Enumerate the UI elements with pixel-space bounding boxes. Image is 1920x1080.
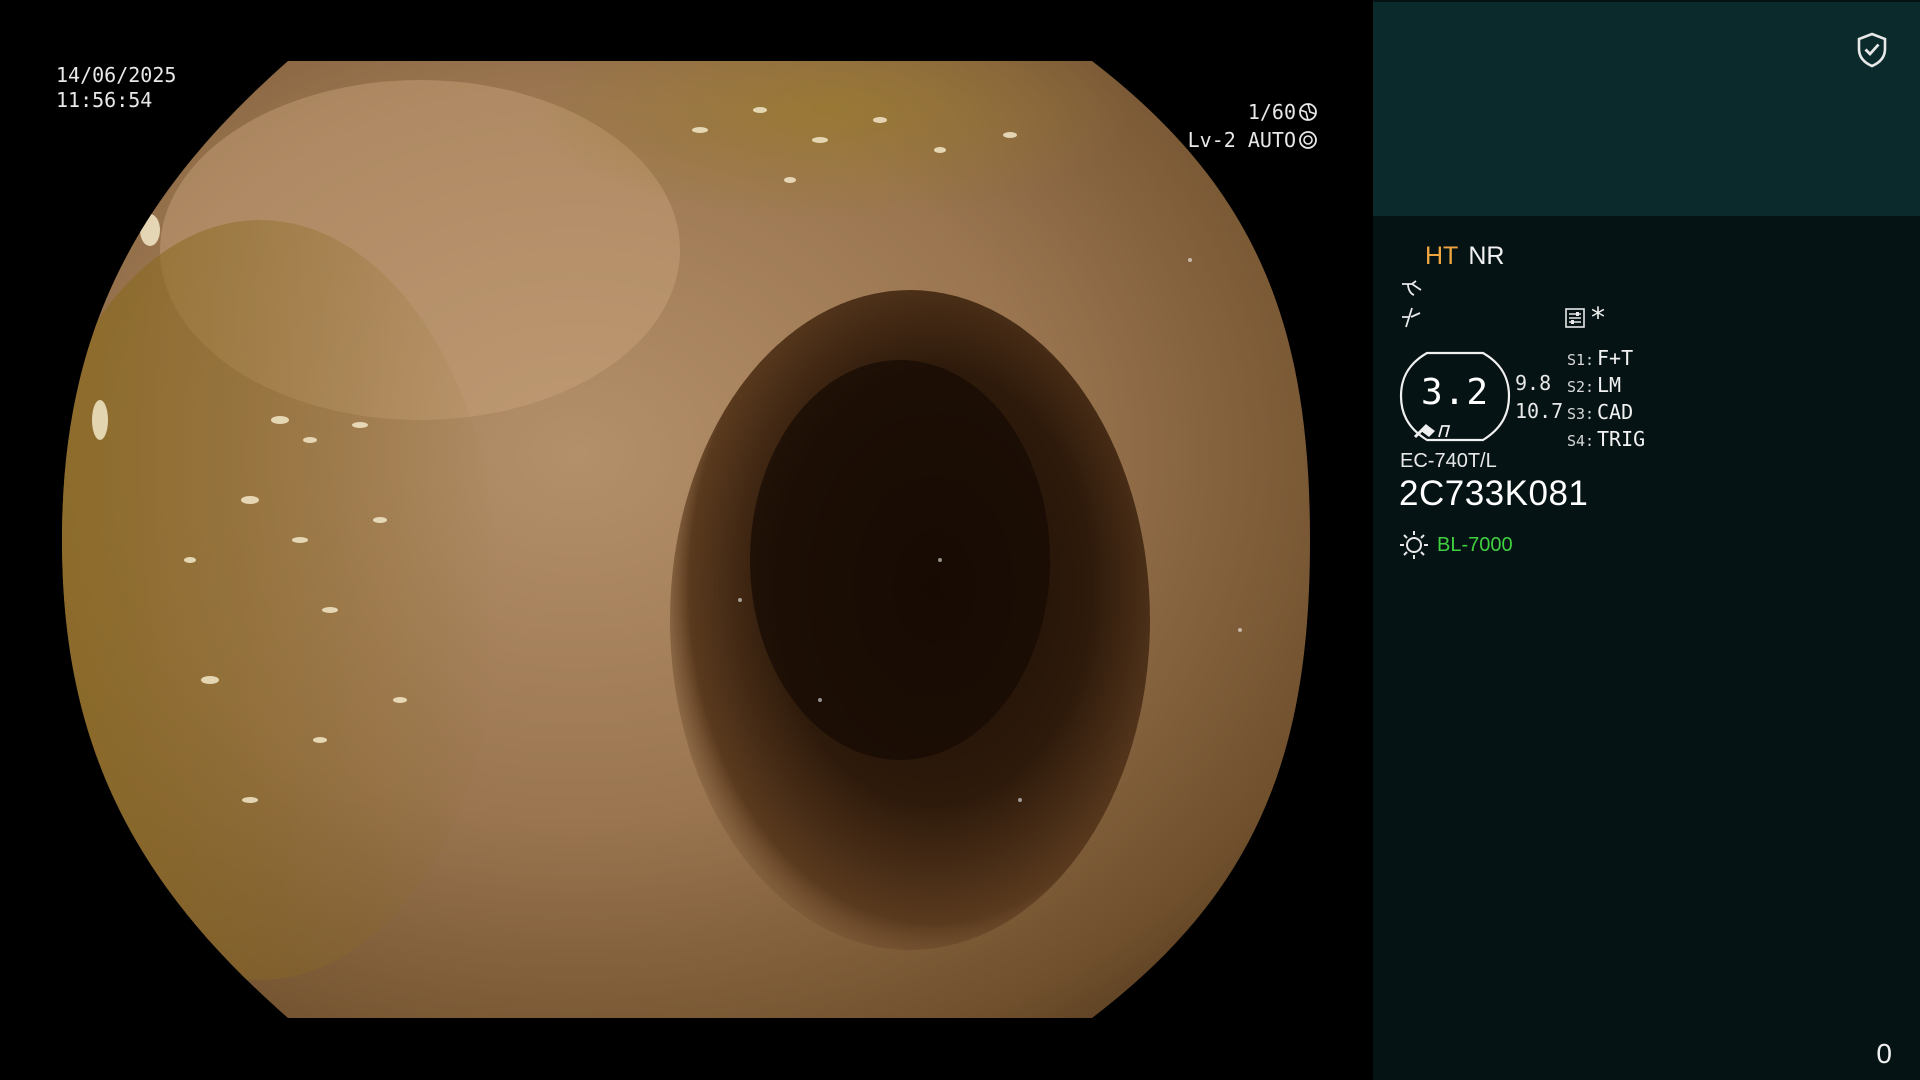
level-row: Lv-2 AUTO [1188,126,1318,154]
shutter-row: 1/60 [1188,98,1318,126]
endoscope-screen: 14/06/2025 11:56:54 1/60 Lv-2 AUTO HT NR… [0,0,1920,1080]
zoom-sub-values: 9.8 10.7 [1515,369,1563,425]
switch-value: F+T [1597,346,1634,370]
zoom-value: 3.2 [1420,372,1490,413]
info-panel: HT NR * 3.2 9.8 10.7 S1: F+T S2: LM S3: … [1373,0,1920,1080]
contrast-icon [1402,280,1422,296]
zoom-sub-bottom: 10.7 [1515,399,1564,423]
level-mode-text: Lv-2 AUTO [1187,128,1296,152]
zoom-sub-top: 9.8 [1515,371,1552,395]
scope-switch-list: S1: F+T S2: LM S3: CAD S4: TRIG [1567,346,1645,454]
shutter-icon [1299,103,1317,121]
panel-header [1373,2,1920,216]
light-source-row: BL-7000 [1399,530,1513,560]
switch-row-s2: S2: LM [1567,373,1645,400]
switch-key: S2: [1567,378,1595,396]
endoscopic-image-area: 14/06/2025 11:56:54 1/60 Lv-2 AUTO [0,0,1373,1080]
enhancement-modes: HT NR [1425,242,1504,271]
time-text: 11:56:54 [56,88,153,112]
nr-label: NR [1468,242,1505,270]
light-source-label: BL-7000 [1437,533,1513,556]
switch-value: CAD [1597,400,1634,424]
iris-icon [1299,131,1317,149]
switch-row-s4: S4: TRIG [1567,427,1645,454]
switch-row-s1: S1: F+T [1567,346,1645,373]
endoscopic-view [62,61,1310,1018]
switch-row-s3: S3: CAD [1567,400,1645,427]
light-source-icon [1400,531,1428,559]
switch-key: S1: [1567,351,1595,369]
switch-key: S3: [1567,405,1595,423]
switch-value: TRIG [1597,427,1646,451]
scope-serial: 2C733K081 [1399,474,1589,513]
shutter-speed-text: 1/60 [1247,100,1296,124]
asterisk-mark: * [1591,301,1605,334]
date-time-readout: 14/06/2025 11:56:54 [56,63,176,113]
ht-label: HT [1425,242,1459,270]
date-text: 14/06/2025 [56,63,177,87]
edge-enhance-icon [1402,307,1421,328]
preset-icon [1565,308,1585,328]
exposure-readout: 1/60 Lv-2 AUTO [1188,98,1318,154]
scope-model: EC-740T/L [1400,450,1497,472]
shield-check-icon [1857,32,1887,68]
switch-key: S4: [1567,432,1595,450]
image-counter: 0 [1876,1038,1892,1069]
switch-value: LM [1597,373,1622,397]
